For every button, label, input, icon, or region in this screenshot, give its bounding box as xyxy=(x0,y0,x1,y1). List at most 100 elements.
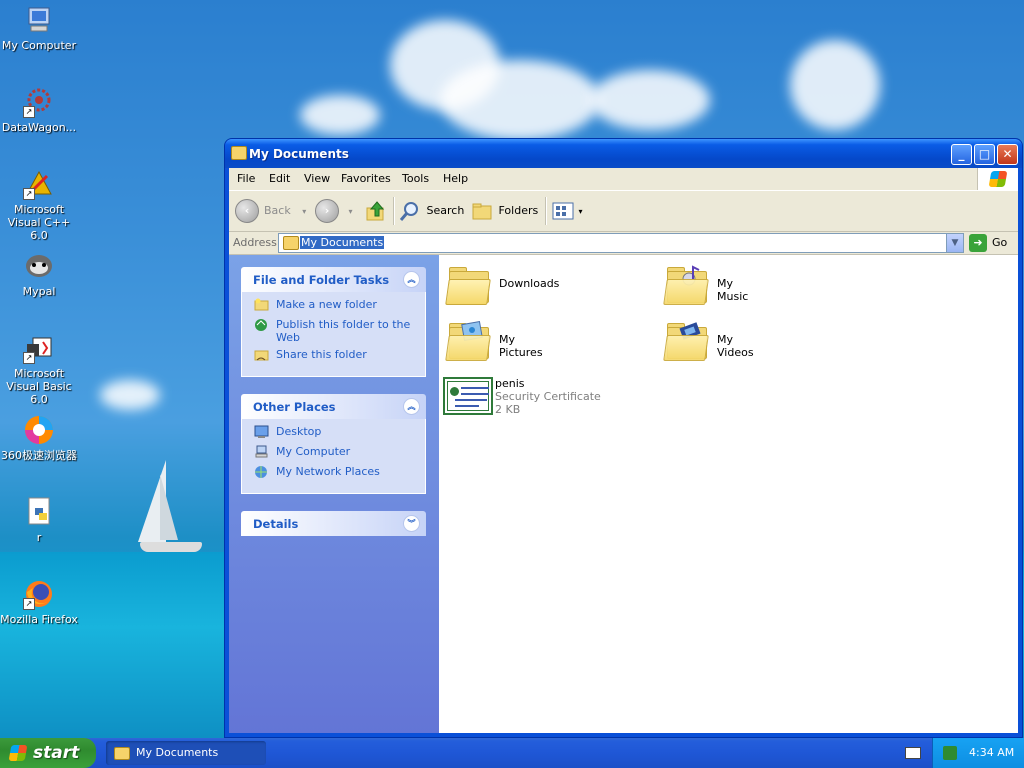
menu-tools[interactable]: Tools xyxy=(402,172,429,185)
menu-bar: File Edit View Favorites Tools Help xyxy=(229,168,1018,191)
desktop-icon-label: Microsoft Visual C++ 6.0 xyxy=(7,203,71,242)
file-list: Downloads My Music My Pictures My Videos xyxy=(439,255,1018,733)
forward-button[interactable]: › ▾ xyxy=(315,199,353,223)
clock[interactable]: 4:34 AM xyxy=(969,746,1014,759)
search-button[interactable]: Search xyxy=(399,199,464,223)
place-network[interactable]: My Network Places xyxy=(254,465,417,481)
task-label: My Computer xyxy=(276,445,351,458)
task-make-new-folder[interactable]: Make a new folder xyxy=(254,298,417,314)
maximize-button[interactable]: □ xyxy=(974,144,995,165)
details-panel: Details ︾ xyxy=(241,511,426,536)
place-my-computer[interactable]: My Computer xyxy=(254,445,417,461)
other-places-panel: Other Places ︽ Desktop My Computer My Ne… xyxy=(241,394,426,494)
computer-icon xyxy=(23,4,55,36)
mypal-icon xyxy=(23,250,55,282)
views-icon xyxy=(552,202,574,220)
close-button[interactable]: ✕ xyxy=(997,144,1018,165)
task-label: Desktop xyxy=(276,425,322,438)
desktop-icon-firefox[interactable]: ↗ Mozilla Firefox xyxy=(0,578,78,626)
menu-edit[interactable]: Edit xyxy=(269,172,290,185)
title-bar[interactable]: My Documents _ □ ✕ xyxy=(225,139,1022,168)
file-name: My Pictures xyxy=(499,333,543,359)
desktop-icon-my-computer[interactable]: My Computer xyxy=(0,4,78,52)
menu-help[interactable]: Help xyxy=(443,172,468,185)
desktop-icon-datawagon[interactable]: ↗ DataWagon... xyxy=(0,86,78,134)
start-button[interactable]: start xyxy=(0,738,96,768)
menu-favorites[interactable]: Favorites xyxy=(341,172,391,185)
new-folder-icon xyxy=(254,298,269,311)
firefox-icon: ↗ xyxy=(23,578,55,610)
task-label: Share this folder xyxy=(276,348,367,361)
window-client: File Edit View Favorites Tools Help ‹ Bac… xyxy=(229,168,1018,733)
toolbar: ‹ Back ▾ › ▾ Search Folders ▾ xyxy=(229,191,1018,232)
expand-chevron-icon[interactable]: ︾ xyxy=(403,515,420,532)
back-arrow-icon: ‹ xyxy=(235,199,259,223)
panel-header[interactable]: File and Folder Tasks ︽ xyxy=(241,267,426,292)
folders-button[interactable]: Folders xyxy=(471,199,538,223)
file-name: penis xyxy=(495,377,525,390)
back-label: Back xyxy=(264,204,291,217)
keyboard-icon[interactable] xyxy=(905,747,921,759)
shortcut-arrow-icon: ↗ xyxy=(23,106,35,118)
collapse-chevron-icon[interactable]: ︽ xyxy=(403,398,420,415)
task-publish-web[interactable]: Publish this folder to the Web xyxy=(254,318,417,344)
panel-header[interactable]: Other Places ︽ xyxy=(241,394,426,419)
panel-body: Make a new folder Publish this folder to… xyxy=(241,292,426,377)
menu-file[interactable]: File xyxy=(237,172,255,185)
explorer-window: My Documents _ □ ✕ File Edit View Favori… xyxy=(225,139,1022,737)
music-folder-icon xyxy=(663,263,709,305)
task-label: Publish this folder to the Web xyxy=(276,318,411,344)
browser-360-icon xyxy=(23,414,55,446)
publish-web-icon xyxy=(255,319,267,331)
go-label: Go xyxy=(992,236,1008,249)
file-folder-tasks-panel: File and Folder Tasks ︽ Make a new folde… xyxy=(241,267,426,377)
computer-icon xyxy=(255,445,268,458)
place-desktop[interactable]: Desktop xyxy=(254,425,417,441)
share-folder-icon xyxy=(254,350,269,361)
back-dropdown-icon[interactable]: ▾ xyxy=(302,207,306,216)
folders-label: Folders xyxy=(498,204,539,217)
desktop-icon-visual-cpp[interactable]: ↗ Microsoft Visual C++ 6.0 xyxy=(0,168,78,242)
network-tray-icon[interactable] xyxy=(943,746,957,760)
task-label: Make a new folder xyxy=(276,298,377,311)
views-button[interactable]: ▾ xyxy=(551,199,583,223)
desktop-icon-label: r xyxy=(36,531,42,544)
desktop-icon-r[interactable]: r xyxy=(0,496,78,544)
address-value: My Documents xyxy=(300,236,385,249)
desktop-icon-360-browser[interactable]: 360极速浏览器 xyxy=(0,414,78,462)
collapse-chevron-icon[interactable]: ︽ xyxy=(403,271,420,288)
folders-icon xyxy=(472,203,492,220)
taskbar-button-label: My Documents xyxy=(136,746,219,759)
desktop-icon-label: DataWagon... xyxy=(1,121,77,134)
desktop-icon-label: Microsoft Visual Basic 6.0 xyxy=(6,367,72,406)
shortcut-arrow-icon: ↗ xyxy=(23,352,35,364)
back-button[interactable]: ‹ Back ▾ xyxy=(235,199,306,223)
desktop-icon-mypal[interactable]: Mypal xyxy=(0,250,78,298)
taskbar-button-my-documents[interactable]: My Documents xyxy=(106,741,266,765)
desktop-icon-visual-basic[interactable]: ↗ Microsoft Visual Basic 6.0 xyxy=(0,332,78,406)
task-label: My Network Places xyxy=(276,465,380,478)
menu-view[interactable]: View xyxy=(304,172,330,185)
task-pane: File and Folder Tasks ︽ Make a new folde… xyxy=(229,255,439,733)
address-bar: Address My Documents ▼ ➜ Go xyxy=(229,232,1018,255)
address-dropdown-icon[interactable]: ▼ xyxy=(946,234,963,252)
desktop-icon-label: 360极速浏览器 xyxy=(1,449,77,462)
file-name: My Music xyxy=(717,277,749,303)
windows-logo xyxy=(977,168,1018,190)
go-button[interactable]: ➜ Go xyxy=(969,233,1014,253)
up-folder-icon xyxy=(366,201,385,221)
panel-body: Desktop My Computer My Network Places xyxy=(241,419,426,494)
go-arrow-icon: ➜ xyxy=(969,234,987,252)
panel-header[interactable]: Details ︾ xyxy=(241,511,426,536)
panel-title: Details xyxy=(253,517,299,531)
task-share-folder[interactable]: Share this folder xyxy=(254,348,417,364)
datawagon-icon: ↗ xyxy=(23,86,55,118)
minimize-button[interactable]: _ xyxy=(951,144,972,165)
shortcut-arrow-icon: ↗ xyxy=(23,188,35,200)
panel-title: Other Places xyxy=(253,400,336,414)
file-item-certificate[interactable]: penis Security Certificate 2 KB xyxy=(443,377,643,425)
forward-dropdown-icon[interactable]: ▾ xyxy=(349,207,353,216)
up-folder-button[interactable] xyxy=(365,199,387,223)
address-input[interactable]: My Documents ▼ xyxy=(278,233,964,253)
taskbar: start My Documents 4:34 AM xyxy=(0,738,1024,768)
